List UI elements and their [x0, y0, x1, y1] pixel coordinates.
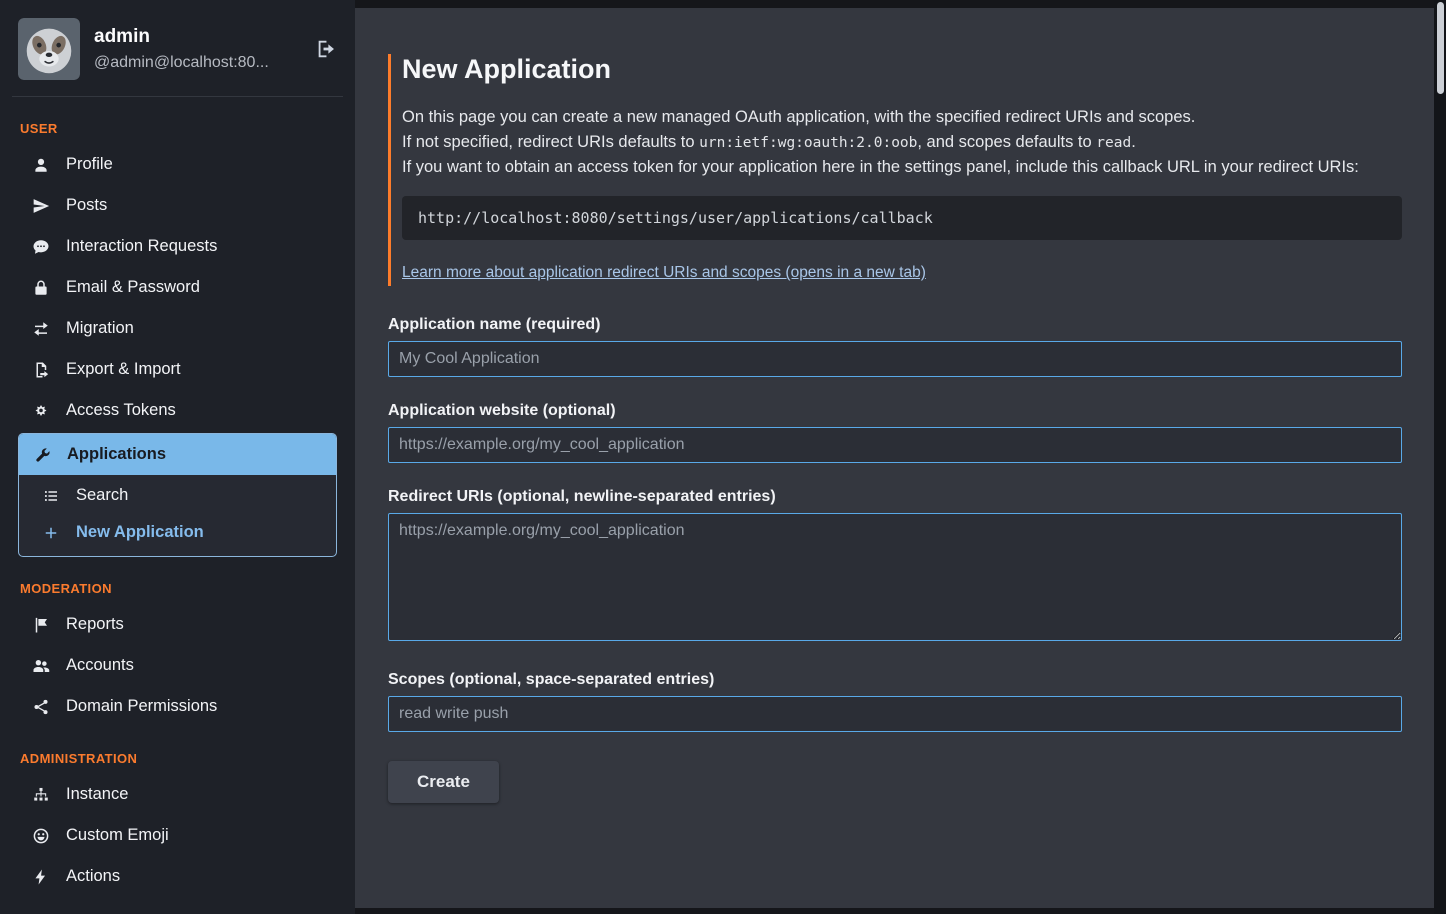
sidebar-item-label: Actions — [66, 867, 120, 886]
application-website-field-group: Application website (optional) — [388, 402, 1402, 463]
sidebar-item-label: Migration — [66, 319, 134, 338]
sloth-avatar-image — [18, 18, 80, 80]
application-name-field-group: Application name (required) — [388, 316, 1402, 377]
sidebar-item-label: New Application — [76, 523, 204, 542]
plus-icon — [41, 524, 61, 542]
user-card[interactable]: admin @admin@localhost:80... — [12, 10, 343, 97]
sidebar-item-label: Posts — [66, 196, 107, 215]
users-icon — [31, 657, 51, 675]
sidebar-item-label: Interaction Requests — [66, 237, 217, 256]
sidebar-item-applications-search[interactable]: Search — [19, 477, 336, 514]
application-name-label: Application name (required) — [388, 316, 1402, 334]
user-handle: @admin@localhost:80... — [94, 54, 297, 72]
description-line-2-mid: , and scopes defaults to — [917, 133, 1096, 151]
new-application-form: Application name (required) Application … — [388, 316, 1402, 803]
list-icon — [41, 487, 61, 505]
sidebar-item-export-import[interactable]: Export & Import — [18, 349, 337, 390]
sidebar-item-posts[interactable]: Posts — [18, 185, 337, 226]
applications-nav-group: Applications Search New Application — [18, 433, 337, 557]
sidebar-item-label: Email & Password — [66, 278, 200, 297]
redirect-uris-textarea[interactable] — [388, 513, 1402, 641]
sidebar-item-label: Export & Import — [66, 360, 181, 379]
sidebar-item-custom-emoji[interactable]: Custom Emoji — [18, 815, 337, 856]
scopes-input[interactable] — [388, 696, 1402, 732]
main-area: New Application On this page you can cre… — [355, 0, 1446, 914]
inline-code-read: read — [1096, 135, 1131, 151]
callback-url-code: http://localhost:8080/settings/user/appl… — [402, 196, 1402, 240]
comment-icon — [31, 238, 51, 256]
application-website-input[interactable] — [388, 427, 1402, 463]
sidebar-item-migration[interactable]: Migration — [18, 308, 337, 349]
sidebar-item-reports[interactable]: Reports — [18, 604, 337, 645]
certificate-icon — [31, 402, 51, 420]
sidebar: admin @admin@localhost:80... USER Profil… — [0, 0, 355, 914]
section-label-user: USER — [20, 121, 335, 136]
avatar — [18, 18, 80, 80]
description-line-2-post: . — [1131, 133, 1136, 151]
create-button[interactable]: Create — [388, 761, 499, 803]
page-title: New Application — [402, 54, 1402, 85]
scrollbar-thumb[interactable] — [1437, 2, 1444, 94]
lock-icon — [31, 279, 51, 297]
description-line-1: On this page you can create a new manage… — [402, 108, 1195, 126]
sidebar-item-label: Reports — [66, 615, 124, 634]
sidebar-item-label: Instance — [66, 785, 128, 804]
sign-out-icon[interactable] — [315, 38, 337, 60]
sidebar-item-accounts[interactable]: Accounts — [18, 645, 337, 686]
applications-subnav: Search New Application — [19, 475, 336, 556]
section-label-administration: ADMINISTRATION — [20, 751, 335, 766]
file-export-icon — [31, 361, 51, 379]
sidebar-item-instance[interactable]: Instance — [18, 774, 337, 815]
inline-code-oob: urn:ietf:wg:oauth:2.0:oob — [699, 135, 917, 151]
description-line-2-pre: If not specified, redirect URIs defaults… — [402, 133, 699, 151]
redirect-uris-field-group: Redirect URIs (optional, newline-separat… — [388, 488, 1402, 646]
sidebar-item-profile[interactable]: Profile — [18, 144, 337, 185]
sidebar-item-actions[interactable]: Actions — [18, 856, 337, 897]
flag-icon — [31, 616, 51, 634]
sitemap-icon — [31, 786, 51, 804]
settings-app: admin @admin@localhost:80... USER Profil… — [0, 0, 1446, 914]
sidebar-item-new-application[interactable]: New Application — [19, 514, 336, 551]
username: admin — [94, 26, 297, 48]
bolt-icon — [31, 868, 51, 886]
scopes-field-group: Scopes (optional, space-separated entrie… — [388, 671, 1402, 732]
new-application-panel: New Application On this page you can cre… — [355, 8, 1434, 908]
user-info: admin @admin@localhost:80... — [94, 26, 297, 72]
scrollbar[interactable] — [1434, 0, 1446, 914]
user-icon — [31, 156, 51, 174]
description-line-3: If you want to obtain an access token fo… — [402, 158, 1359, 176]
sidebar-item-interaction-requests[interactable]: Interaction Requests — [18, 226, 337, 267]
share-nodes-icon — [31, 698, 51, 716]
sidebar-item-domain-permissions[interactable]: Domain Permissions — [18, 686, 337, 727]
sidebar-item-label: Domain Permissions — [66, 697, 217, 716]
wrench-icon — [32, 446, 52, 464]
smiley-icon — [31, 827, 51, 845]
description: On this page you can create a new manage… — [402, 105, 1402, 179]
sidebar-item-label: Custom Emoji — [66, 826, 169, 845]
sidebar-item-access-tokens[interactable]: Access Tokens — [18, 390, 337, 431]
sidebar-item-label: Access Tokens — [66, 401, 176, 420]
sidebar-item-label: Profile — [66, 155, 113, 174]
sidebar-item-label: Search — [76, 486, 128, 505]
section-label-moderation: MODERATION — [20, 581, 335, 596]
scopes-label: Scopes (optional, space-separated entrie… — [388, 671, 1402, 689]
sidebar-item-email-password[interactable]: Email & Password — [18, 267, 337, 308]
sidebar-item-label: Applications — [67, 445, 166, 464]
application-website-label: Application website (optional) — [388, 402, 1402, 420]
application-name-input[interactable] — [388, 341, 1402, 377]
learn-more-link[interactable]: Learn more about application redirect UR… — [402, 264, 926, 282]
sidebar-item-label: Accounts — [66, 656, 134, 675]
paper-plane-icon — [31, 197, 51, 215]
exchange-icon — [31, 320, 51, 338]
sidebar-item-applications[interactable]: Applications — [19, 434, 336, 475]
form-docs: New Application On this page you can cre… — [388, 54, 1402, 286]
redirect-uris-label: Redirect URIs (optional, newline-separat… — [388, 488, 1402, 506]
